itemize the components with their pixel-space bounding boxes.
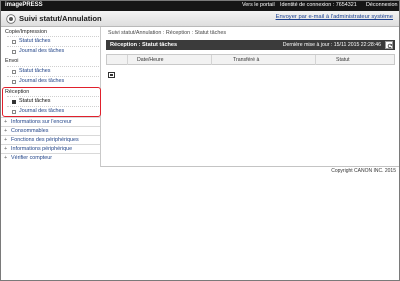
sidebar-item-device-info[interactable]: + Informations périphérique <box>1 144 100 153</box>
refresh-button[interactable] <box>385 41 393 49</box>
breadcrumb: Suivi statut/Annulation : Réception : St… <box>108 30 227 36</box>
title-bar: Suivi statut/Annulation Envoyer par e-ma… <box>1 11 399 27</box>
page-title: Suivi statut/Annulation <box>19 14 102 23</box>
sidebar-section-send: Envoi <box>5 58 19 64</box>
expand-icon: + <box>4 137 8 143</box>
portal-link[interactable]: Vers le portail <box>242 2 275 8</box>
logout-link[interactable]: Déconnexion <box>366 2 397 8</box>
sidebar-item-copy-job-log[interactable]: Journal des tâches <box>7 46 99 56</box>
sidebar-item-label: Journal des tâches <box>19 48 65 54</box>
expand-icon: + <box>4 119 8 125</box>
sidebar-item-label: Statut tâches <box>19 38 51 44</box>
copyright-text: Copyright CANON INC. 2015 <box>331 168 396 174</box>
column-header-status[interactable]: Statut <box>336 57 350 63</box>
status-monitor-icon <box>6 14 16 24</box>
sidebar-item-check-counter[interactable]: + Vérifier compteur <box>1 153 100 162</box>
sidebar-item-copy-job-status[interactable]: Statut tâches <box>7 36 99 46</box>
job-details-icon[interactable] <box>108 72 115 78</box>
panel-header: Réception : Statut tâches Dernière mise … <box>106 40 395 50</box>
login-id-text: Identité de connexion : 7654321 <box>280 2 357 8</box>
job-table-header: Date/Heure Transféré à Statut <box>106 54 395 65</box>
sidebar-item-consumables[interactable]: + Consommables <box>1 126 100 135</box>
sidebar-item-label: Fonctions des périphériques <box>11 137 79 143</box>
sidebar-item-send-job-log[interactable]: Journal des tâches <box>7 76 99 86</box>
email-admin-link[interactable]: Envoyer par e-mail à l'administrateur sy… <box>276 14 393 20</box>
expand-icon: + <box>4 128 8 134</box>
sidebar-item-device-functions[interactable]: + Fonctions des périphériques <box>1 135 100 144</box>
footer-divider <box>101 166 399 167</box>
sidebar-item-label: Informations périphérique <box>11 146 73 152</box>
sidebar-item-label: Journal des tâches <box>19 78 65 84</box>
column-header-datetime[interactable]: Date/Heure <box>137 57 164 63</box>
highlight-box <box>2 87 101 117</box>
column-header-transferred-to[interactable]: Transféré à <box>233 57 259 63</box>
last-update-text: Dernière mise à jour : 15/11 2015 22:28:… <box>282 42 381 48</box>
expand-icon: + <box>4 155 8 161</box>
top-bar: imagePRESS Vers le portail Identité de c… <box>1 1 399 11</box>
sidebar-item-label: Statut tâches <box>19 68 51 74</box>
sidebar-item-toner-info[interactable]: + Informations sur l'encreur <box>1 117 100 126</box>
refresh-icon <box>387 43 392 48</box>
panel-title: Réception : Statut tâches <box>110 42 178 48</box>
bullet-icon <box>12 80 16 84</box>
bullet-icon <box>12 50 16 54</box>
sidebar-item-label: Informations sur l'encreur <box>11 119 72 125</box>
brand-logo: imagePRESS <box>5 2 43 8</box>
sidebar-item-label: Consommables <box>11 128 49 134</box>
sidebar-section-copy: Copie/Impression <box>5 29 47 35</box>
expand-icon: + <box>4 146 8 152</box>
bullet-icon <box>12 40 16 44</box>
sidebar-item-label: Vérifier compteur <box>11 155 53 161</box>
sidebar-item-send-job-status[interactable]: Statut tâches <box>7 66 99 76</box>
bullet-icon <box>12 70 16 74</box>
